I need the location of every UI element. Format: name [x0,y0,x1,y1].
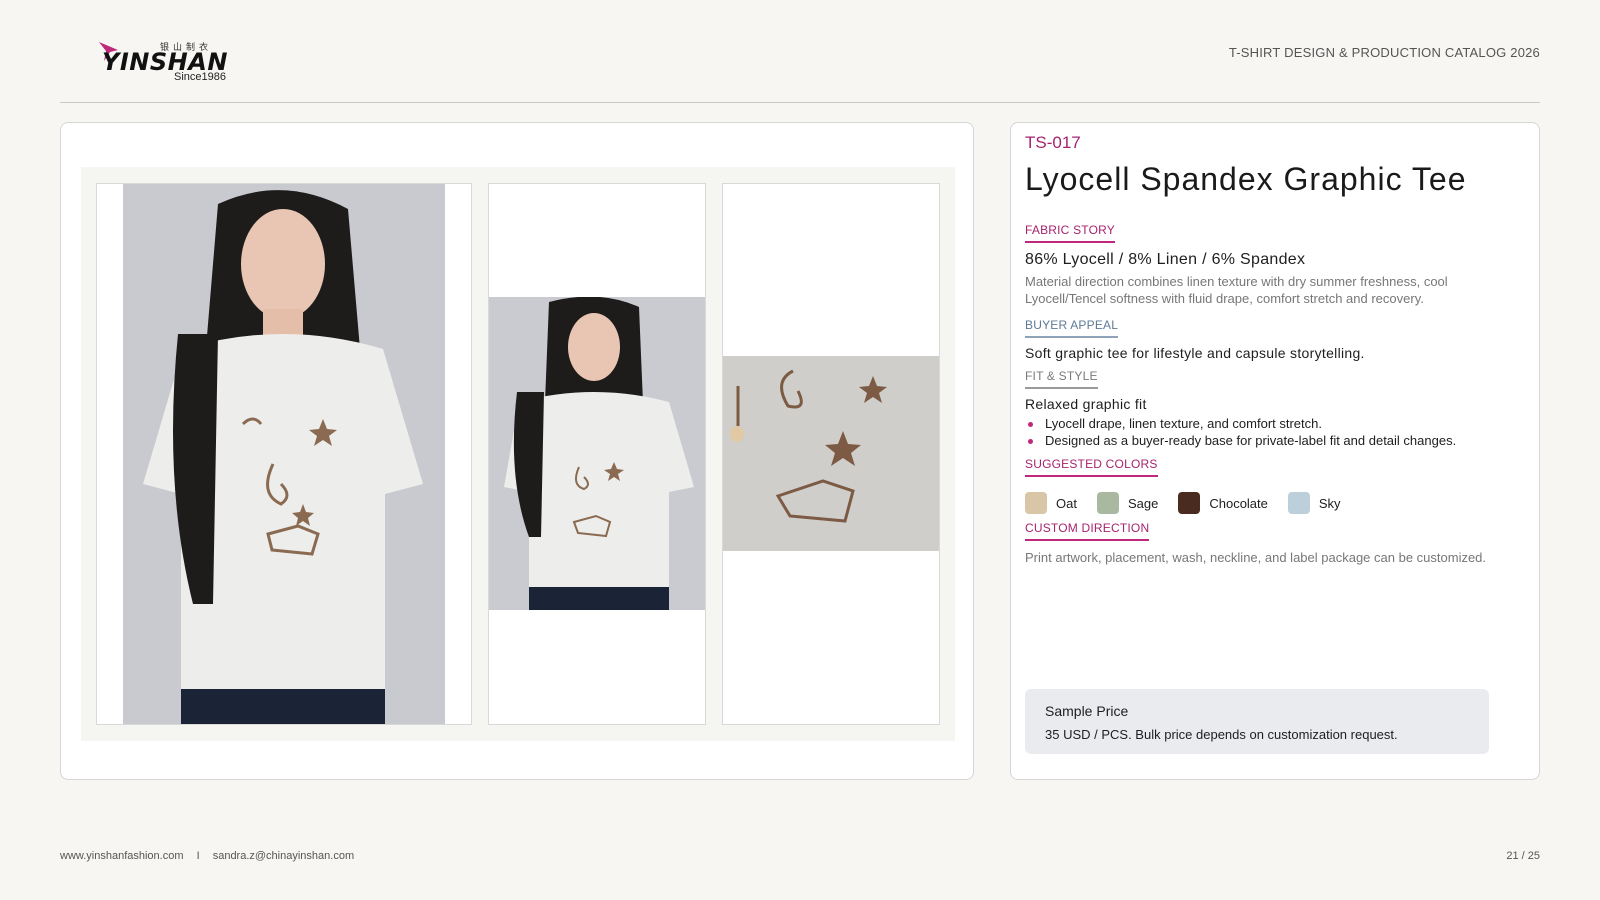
heading-underline [1025,336,1119,338]
sample-price-label: Sample Price [1045,703,1129,719]
fabric-story-heading: FABRIC STORY [1025,223,1115,243]
swatch-label: Sage [1127,495,1159,511]
gallery-image-detail[interactable] [722,183,940,725]
swatch-chip [1178,492,1201,514]
fit-description: Relaxed graphic fit [1025,396,1147,412]
swatch-label: Sky [1318,495,1341,511]
fit-bullet-list: Lyocell drape, linen texture, and comfor… [1025,415,1456,449]
product-code: TS-017 [1025,133,1081,152]
swatch-label: Chocolate [1209,495,1268,511]
brand-since: Since1986 [174,71,226,83]
custom-direction-heading: CUSTOM DIRECTION [1025,521,1150,541]
fabric-composition: 86% Lyocell / 8% Linen / 6% Spandex [1025,251,1306,268]
suggested-colors-label: SUGGESTED COLORS [1025,457,1158,471]
brand-logo: 银山制衣 YINSHAN Since1986 [98,38,238,86]
suggested-colors-heading: SUGGESTED COLORS [1025,457,1158,477]
gallery-card [60,122,974,780]
fabric-story-label: FABRIC STORY [1025,223,1115,237]
custom-direction-label: CUSTOM DIRECTION [1025,521,1150,535]
swatch-chip [1287,492,1310,514]
sample-price-box: Sample Price 35 USD / PCS. Bulk price de… [1025,689,1489,754]
product-detail-card: TS-017 Lyocell Spandex Graphic Tee FABRI… [1010,122,1540,780]
fit-style-heading: FIT & STYLE [1025,369,1098,389]
website-link[interactable]: www.yinshanfashion.com [60,850,184,862]
color-swatch-sage[interactable]: Sage [1096,492,1159,514]
buyer-appeal-heading: BUYER APPEAL [1025,318,1119,338]
color-swatch-chocolate[interactable]: Chocolate [1178,492,1268,514]
catalog-title: T-SHIRT DESIGN & PRODUCTION CATALOG 2026 [1228,45,1540,60]
heading-underline [1025,387,1098,389]
footer-separator: I [196,850,200,862]
custom-direction-text: Print artwork, placement, wash, neckline… [1025,550,1487,565]
page-number: 21 / 25 [1506,850,1540,862]
gallery-image-side[interactable] [488,183,706,725]
heading-underline [1025,475,1158,477]
list-item: Lyocell drape, linen texture, and comfor… [1025,415,1456,432]
print-closeup-photo-icon [723,356,939,551]
fit-style-label: FIT & STYLE [1025,369,1098,383]
model-three-quarter-photo-icon [489,297,705,610]
heading-underline [1025,539,1150,541]
color-swatch-list: Oat Sage Chocolate Sky [1025,492,1361,514]
footer-contact: www.yinshanfashion.com I sandra.z@chinay… [60,850,354,862]
swatch-chip [1025,492,1047,514]
heading-underline [1025,241,1115,243]
model-front-photo-icon [123,184,445,724]
fabric-description: Material direction combines linen textur… [1025,274,1448,306]
header-divider [60,102,1540,103]
buyer-appeal-text: Soft graphic tee for lifestyle and capsu… [1025,345,1365,361]
color-swatch-oat[interactable]: Oat [1025,492,1077,514]
list-item: Designed as a buyer-ready base for priva… [1025,432,1456,449]
color-swatch-sky[interactable]: Sky [1287,492,1341,514]
gallery-area [81,167,955,741]
product-title: Lyocell Spandex Graphic Tee [1025,161,1467,197]
swatch-chip [1096,492,1119,514]
swatch-label: Oat [1056,495,1077,511]
gallery-image-main[interactable] [96,183,472,725]
sample-price-value: 35 USD / PCS. Bulk price depends on cust… [1045,727,1398,742]
email-link[interactable]: sandra.z@chinayinshan.com [213,850,354,862]
buyer-appeal-label: BUYER APPEAL [1025,318,1119,332]
